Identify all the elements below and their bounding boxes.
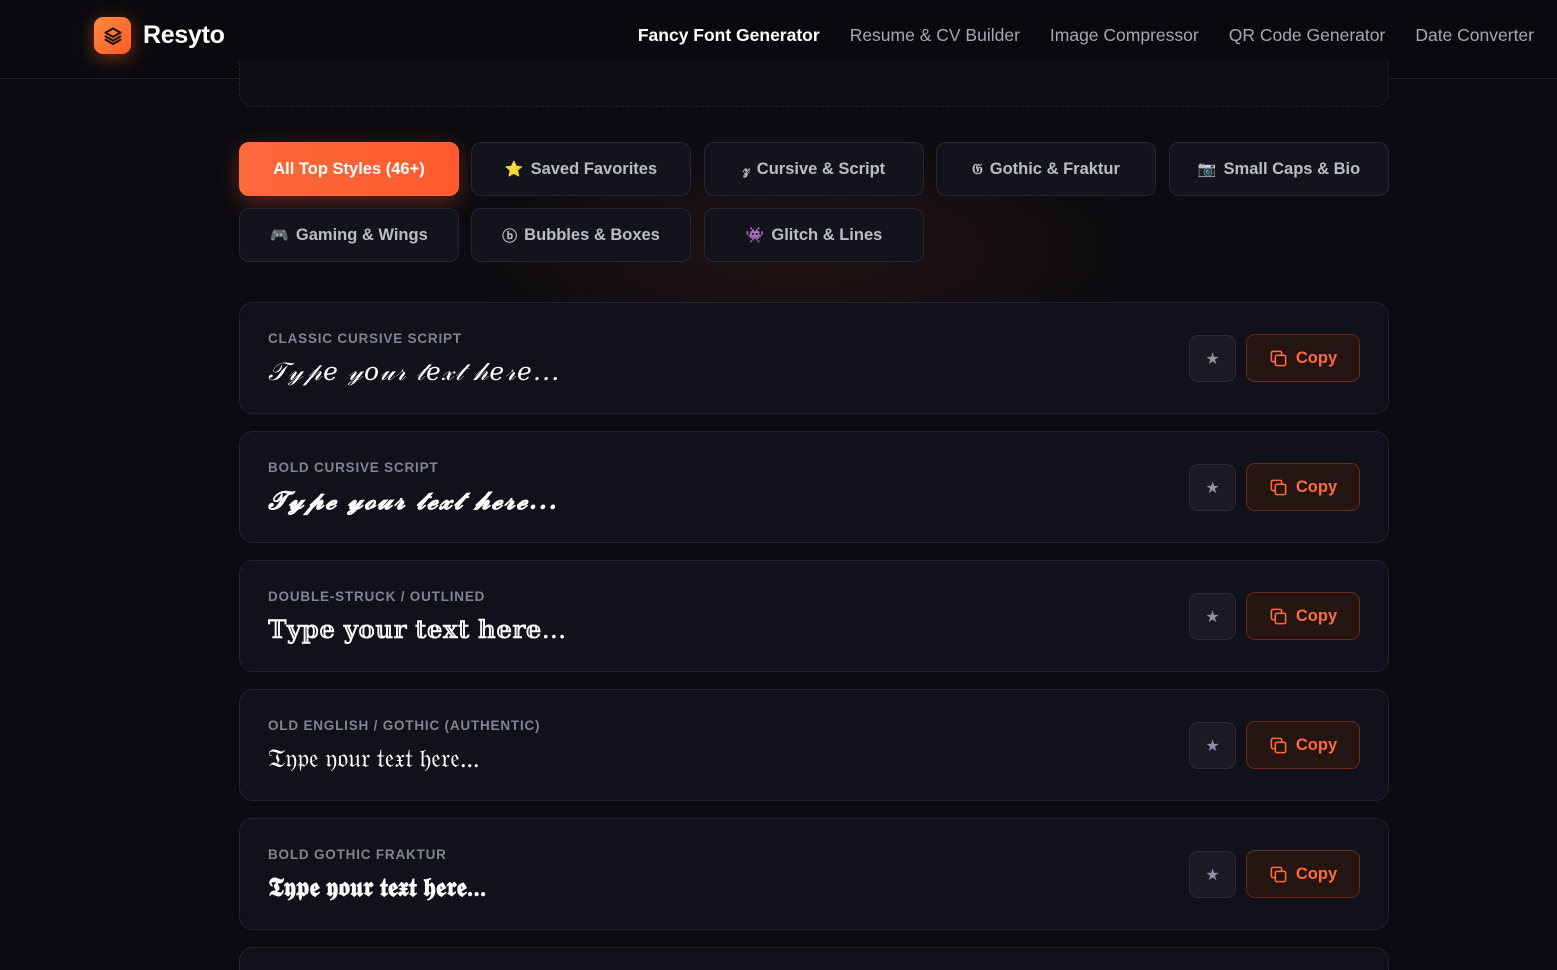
favorite-button[interactable]: ★ [1189,722,1236,769]
style-card: CLASSIC CURSIVE SCRIPT 𝒯𝓎𝓅𝑒 𝓎𝑜𝓊𝓇 𝓉𝑒𝓍𝓉 𝒽𝑒… [239,302,1389,414]
layers-icon [94,17,131,54]
star-icon: ★ [1205,608,1220,626]
style-card: BOLD CURSIVE SCRIPT 𝓣𝔂𝓹𝓮 𝔂𝓸𝓾𝓻 𝓽𝓮𝔁𝓽 𝓱𝓮𝓻𝓮.… [239,431,1389,543]
fraktur-g-icon: 𝔊 [972,160,983,178]
filter-label: Saved Favorites [530,159,658,178]
copy-label: Copy [1295,348,1338,367]
style-name: BOLD GOTHIC FRAKTUR [268,847,447,862]
nav-fancy-font-generator[interactable]: Fancy Font Generator [638,25,820,46]
style-name: BOLD CURSIVE SCRIPT [268,460,439,475]
main-nav: Fancy Font Generator Resume & CV Builder… [638,25,1534,46]
filter-label: Glitch & Lines [771,225,883,244]
filter-bubbles-boxes[interactable]: ⓑ Bubbles & Boxes [471,208,691,262]
camera-icon: 📷 [1197,161,1217,178]
style-name: DOUBLE-STRUCK / OUTLINED [268,589,486,604]
favorite-button[interactable]: ★ [1189,851,1236,898]
favorite-button[interactable]: ★ [1189,335,1236,382]
input-card [239,60,1389,107]
filter-label: Gothic & Fraktur [989,159,1120,178]
brand-logo[interactable]: Resyto [94,17,225,54]
star-icon: ★ [1205,350,1220,368]
filter-label: Cursive & Script [756,159,886,178]
copy-icon [1270,608,1287,624]
style-preview: 𝕋𝕪𝕡𝕖 𝕪𝕠𝕦𝕣 𝕥𝕖𝕩𝕥 𝕙𝕖𝕣𝕖... [268,615,567,644]
gamepad-icon: 🎮 [270,227,289,244]
copy-label: Copy [1295,864,1338,883]
copy-icon [1270,479,1287,495]
script-z-icon: 𝓏 [742,160,750,178]
brand-name: Resyto [143,21,225,49]
filter-label: Bubbles & Boxes [524,225,660,244]
filter-cursive-script[interactable]: 𝓏 Cursive & Script [704,142,924,196]
filter-all-top-styles[interactable]: All Top Styles (46+) [239,142,459,196]
filter-label: Small Caps & Bio [1223,159,1361,178]
copy-button[interactable]: Copy [1246,334,1360,382]
style-preview: 𝔗𝔶𝔭𝔢 𝔶𝔬𝔲𝔯 𝔱𝔢𝔵𝔱 𝔥𝔢𝔯𝔢... [268,744,480,773]
copy-button[interactable]: Copy [1246,850,1360,898]
copy-button[interactable]: Copy [1246,592,1360,640]
star-icon: ★ [1205,737,1220,755]
style-preview: 𝒯𝓎𝓅𝑒 𝓎𝑜𝓊𝓇 𝓉𝑒𝓍𝓉 𝒽𝑒𝓇𝑒... [268,357,561,386]
favorite-button[interactable]: ★ [1189,464,1236,511]
filter-label: Gaming & Wings [295,225,428,244]
style-name: OLD ENGLISH / GOTHIC (AUTHENTIC) [268,718,541,733]
style-card-partial [239,947,1389,970]
circled-b-icon: ⓑ [502,227,518,245]
nav-resume-cv-builder[interactable]: Resume & CV Builder [850,25,1020,46]
star-icon: ★ [1205,479,1220,497]
copy-icon [1270,866,1287,882]
filter-small-caps-bio[interactable]: 📷 Small Caps & Bio [1169,142,1389,196]
nav-date-converter[interactable]: Date Converter [1415,25,1534,46]
star-icon: ★ [1205,866,1220,884]
filter-glitch-lines[interactable]: 👾 Glitch & Lines [704,208,924,262]
copy-label: Copy [1295,735,1338,754]
favorite-button[interactable]: ★ [1189,593,1236,640]
filter-label: All Top Styles (46+) [273,159,425,178]
copy-label: Copy [1295,606,1338,625]
copy-icon [1270,350,1287,366]
nav-qr-code-generator[interactable]: QR Code Generator [1229,25,1386,46]
style-card: BOLD GOTHIC FRAKTUR 𝕿𝖞𝖕𝖊 𝖞𝖔𝖚𝖗 𝖙𝖊𝖝𝖙 𝖍𝖊𝖗𝖊.… [239,818,1389,930]
filter-gothic-fraktur[interactable]: 𝔊 Gothic & Fraktur [936,142,1156,196]
copy-button[interactable]: Copy [1246,463,1360,511]
style-name: CLASSIC CURSIVE SCRIPT [268,331,462,346]
space-invader-icon: 👾 [745,227,765,244]
filter-gaming-wings[interactable]: 🎮 Gaming & Wings [239,208,459,262]
nav-image-compressor[interactable]: Image Compressor [1050,25,1199,46]
star-emoji-icon: ⭐ [504,161,524,178]
filter-saved-favorites[interactable]: ⭐ Saved Favorites [471,142,691,196]
copy-button[interactable]: Copy [1246,721,1360,769]
copy-icon [1270,737,1287,753]
style-card: OLD ENGLISH / GOTHIC (AUTHENTIC) 𝔗𝔶𝔭𝔢 𝔶𝔬… [239,689,1389,801]
style-card: DOUBLE-STRUCK / OUTLINED 𝕋𝕪𝕡𝕖 𝕪𝕠𝕦𝕣 𝕥𝕖𝕩𝕥 … [239,560,1389,672]
copy-label: Copy [1295,477,1338,496]
style-preview: 𝓣𝔂𝓹𝓮 𝔂𝓸𝓾𝓻 𝓽𝓮𝔁𝓽 𝓱𝓮𝓻𝓮... [268,486,559,515]
style-preview: 𝕿𝖞𝖕𝖊 𝖞𝖔𝖚𝖗 𝖙𝖊𝖝𝖙 𝖍𝖊𝖗𝖊... [268,873,487,902]
